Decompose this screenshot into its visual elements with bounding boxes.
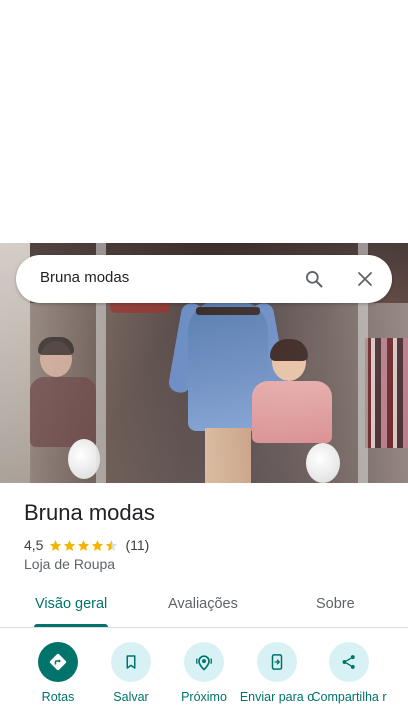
save-label: Salvar xyxy=(113,690,149,704)
bookmark-icon xyxy=(126,655,136,669)
close-icon[interactable] xyxy=(349,263,381,295)
action-bar: Rotas Salvar Próximo Enviar para o Compa… xyxy=(0,640,408,726)
directions-icon xyxy=(49,653,67,671)
rating-stars xyxy=(49,539,119,552)
review-count[interactable]: (11) xyxy=(125,537,149,553)
search-bar[interactable]: Bruna modas xyxy=(16,255,392,303)
star-half-icon xyxy=(106,539,118,551)
rating-row[interactable]: 4,5 (11) xyxy=(24,536,149,554)
save-button[interactable]: Salvar xyxy=(93,640,169,704)
star-full-icon xyxy=(78,539,90,551)
search-query[interactable]: Bruna modas xyxy=(40,269,129,286)
search-icon[interactable] xyxy=(298,263,330,295)
share-icon xyxy=(342,655,355,669)
place-category: Loja de Roupa xyxy=(24,556,116,572)
rating-value: 4,5 xyxy=(24,537,44,553)
maps-place-page: Bruna modas Bruna modas 4,5 (11) Loja de… xyxy=(0,0,408,726)
send-to-phone-label: Enviar para o xyxy=(239,690,315,704)
star-full-icon xyxy=(92,539,104,551)
directions-button[interactable]: Rotas xyxy=(20,640,96,704)
star-full-icon xyxy=(64,539,76,551)
tab-about[interactable]: Sobre xyxy=(316,596,355,612)
map-area-blank xyxy=(0,0,408,243)
send-to-phone-icon xyxy=(271,654,283,670)
star-full-icon xyxy=(50,539,62,551)
directions-label: Rotas xyxy=(41,690,75,704)
nearby-label: Próximo xyxy=(181,690,227,704)
nearby-icon xyxy=(195,655,213,671)
tab-overview[interactable]: Visão geral xyxy=(35,596,107,612)
nearby-button[interactable]: Próximo xyxy=(166,640,242,704)
place-title: Bruna modas xyxy=(24,500,155,525)
share-button[interactable]: Compartilha r xyxy=(311,640,387,704)
active-tab-indicator xyxy=(34,624,108,627)
tab-reviews[interactable]: Avaliações xyxy=(168,596,238,612)
send-to-phone-button[interactable]: Enviar para o xyxy=(239,640,315,704)
share-label: Compartilha r xyxy=(311,690,387,704)
place-tabs: Visão geral Avaliações Sobre xyxy=(0,588,408,628)
